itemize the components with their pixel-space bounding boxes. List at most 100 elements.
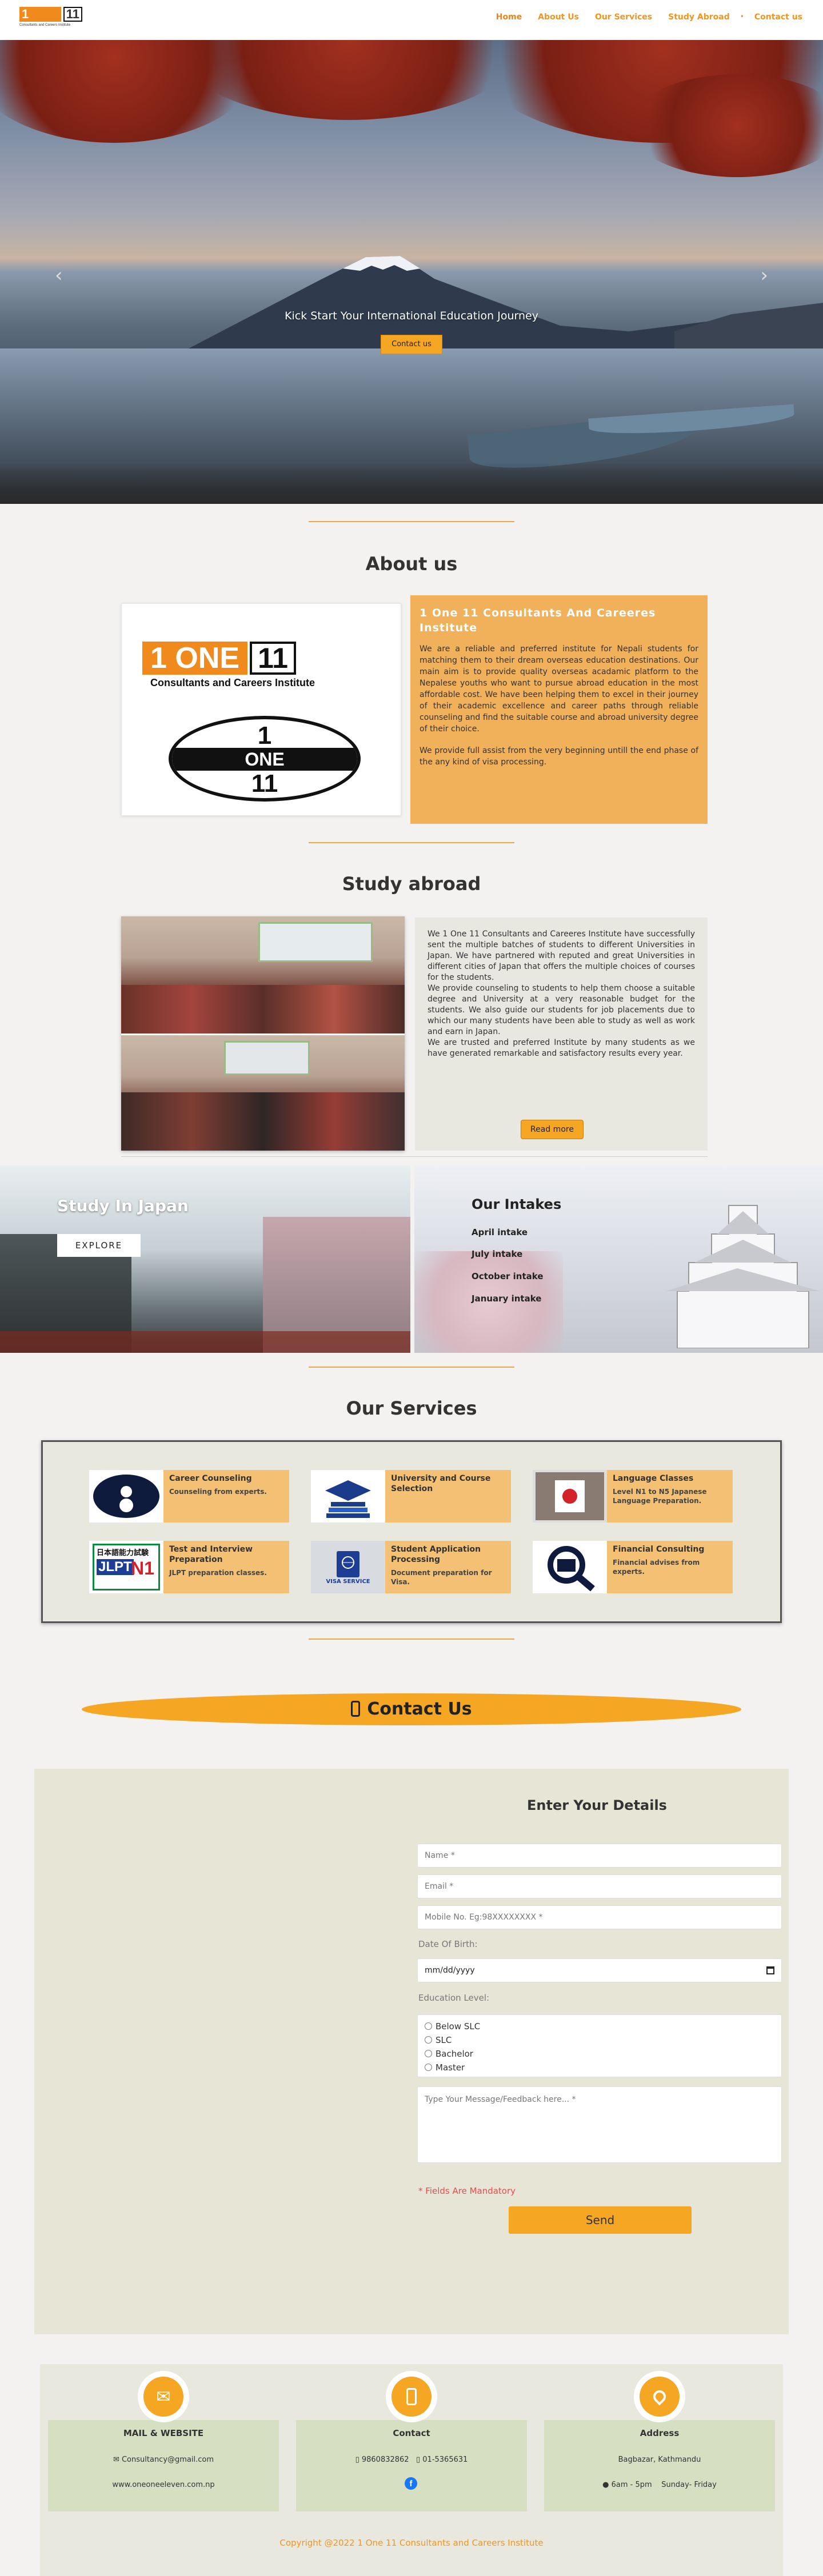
jlpt-top: 日本語能力試験 [97, 1549, 149, 1557]
services-heading: Our Services [346, 1397, 477, 1419]
mobile-icon [391, 2377, 432, 2417]
email-input[interactable]: Email * [417, 1874, 782, 1898]
radio-slc[interactable]: SLC [425, 2033, 774, 2047]
students-row [121, 985, 405, 1033]
service-application-processing[interactable]: VISA SERVICE Student Application Process… [311, 1541, 511, 1593]
envelope-small-icon: ✉ [113, 2455, 122, 2464]
study-paragraph-2: We provide counseling to students to hel… [428, 984, 695, 1036]
about-paragraph-2: We provide full assist from the very beg… [420, 746, 698, 767]
service-test-preparation[interactable]: 日本語能力試験 JLPT N1 Test and Interview Prepa… [89, 1541, 289, 1593]
window-2 [224, 1041, 310, 1075]
footer-mail-title: MAIL & WEBSITE [123, 2428, 204, 2438]
education-radio-group: Below SLC SLC Bachelor Master [417, 2014, 782, 2077]
jlpt-level: N1 [131, 1558, 154, 1579]
graduation-cap-icon [325, 1480, 371, 1518]
radio-below-slc[interactable]: Below SLC [425, 2020, 774, 2033]
nav-contact[interactable]: Contact us [746, 13, 810, 22]
service-desc: Counseling from experts. [169, 1488, 267, 1496]
section-divider [309, 1367, 514, 1368]
logo-eleven-text: 11 [63, 7, 82, 22]
logo-subtitle: Consultants and Careers Institute [19, 23, 71, 27]
about-logo-eleven: 11 [250, 642, 296, 675]
seal-top: 1 [257, 722, 272, 750]
phone-small-icon: ▯ [355, 2455, 362, 2464]
read-more-button[interactable]: Read more [521, 1120, 584, 1139]
magnifier-icon [548, 1546, 595, 1591]
service-icon-wrap [533, 1470, 607, 1523]
mobile-input[interactable]: Mobile No. Eg:98XXXXXXXX * [417, 1905, 782, 1929]
radio-master[interactable]: Master [425, 2061, 774, 2074]
main-menu: Home About Us Our Services Study Abroad … [488, 13, 810, 22]
service-desc: Level N1 to N5 Japanese Language Prepara… [613, 1488, 707, 1505]
service-career-counseling[interactable]: Career Counseling Counseling from experts… [89, 1470, 289, 1523]
calendar-icon[interactable] [766, 1966, 774, 1974]
study-paragraph-3: We are trusted and preferred Institute b… [428, 1038, 695, 1058]
study-text-card: We 1 One 11 Consultants and Careeres Ins… [415, 918, 708, 1151]
nav-study-abroad[interactable]: Study Abroad [660, 13, 738, 22]
mail-icon: ✉ [143, 2377, 183, 2417]
logo-one-text: 1 ONE [19, 7, 61, 36]
service-financial-consulting[interactable]: Financial Consulting Financial advises fr… [533, 1541, 733, 1593]
seal-bottom: 11 [251, 770, 278, 798]
service-icon-wrap [89, 1470, 163, 1523]
nav-about[interactable]: About Us [530, 13, 587, 22]
intake-october: October intake [472, 1271, 544, 1281]
about-text-card: 1 One 11 Consultants And Careeres Instit… [410, 595, 708, 824]
footer-mail[interactable]: ✉ Consultancy@gmail.com [48, 2455, 279, 2464]
section-divider [309, 1638, 514, 1640]
mail-text: Consultancy@gmail.com [121, 2455, 214, 2464]
classroom-photos [121, 916, 405, 1151]
visa-service-label: VISA SERVICE [326, 1578, 370, 1585]
name-input[interactable]: Name * [417, 1844, 782, 1868]
dob-label: Date Of Birth: [418, 1939, 478, 1949]
footer-address-title: Address [640, 2428, 680, 2438]
nav-home[interactable]: Home [488, 13, 530, 22]
hero-carousel: ‹ › [0, 40, 823, 504]
about-seal: 1 ONE 11 [169, 716, 361, 802]
study-in-japan-banner: Study In Japan EXPLORE [0, 1165, 410, 1353]
service-title: Financial Consulting [613, 1545, 705, 1554]
carousel-prev-icon[interactable]: ‹ [55, 264, 63, 287]
hero-caption: Kick Start Your International Education … [285, 310, 538, 322]
message-textarea[interactable]: Type Your Message/Feedback here... * [417, 2086, 782, 2163]
castle-illustration [666, 1205, 820, 1348]
carousel-next-icon[interactable]: › [760, 264, 768, 287]
footer-web[interactable]: www.oneoneeleven.com.np [48, 2481, 279, 2489]
footer-hours: ● 6am - 5pm Sunday- Friday [544, 2481, 775, 2489]
section-rule [121, 1156, 708, 1157]
hero-contact-button[interactable]: Contact us [381, 335, 442, 354]
counseling-icon [93, 1475, 159, 1518]
intake-july: July intake [472, 1249, 523, 1259]
location-pin-icon [640, 2377, 680, 2417]
send-button[interactable]: Send [509, 2206, 692, 2234]
window [258, 922, 373, 962]
service-language-classes[interactable]: Language Classes Level N1 to N5 Japanese … [533, 1470, 733, 1523]
service-title: Test and Interview Preparation [169, 1545, 253, 1564]
about-logo-sub: Consultants and Careers Institute [150, 677, 315, 688]
service-title: Career Counseling [169, 1474, 252, 1483]
dob-input[interactable]: mm/dd/yyyy [417, 1958, 782, 1982]
intakes-title: Our Intakes [472, 1196, 562, 1212]
service-icon-wrap [311, 1470, 385, 1523]
service-title: Language Classes [613, 1474, 694, 1483]
education-label: Education Level: [418, 1993, 490, 2003]
mail-icon-circle: ✉ [138, 2371, 189, 2422]
service-desc: JLPT preparation classes. [169, 1569, 267, 1577]
japan-title: Study In Japan [57, 1196, 189, 1215]
phone-1[interactable]: 9860832862 [362, 2455, 409, 2464]
phone-2[interactable]: 01-5365631 [422, 2455, 468, 2464]
explore-button[interactable]: EXPLORE [57, 1234, 141, 1257]
service-icon-wrap: VISA SERVICE [311, 1541, 385, 1593]
about-logo-one: 1 ONE [142, 642, 248, 675]
brand-logo[interactable]: 1 ONE 11 Consultants and Careers Institu… [19, 7, 82, 36]
facebook-icon[interactable]: f [405, 2477, 417, 2490]
service-university-selection[interactable]: University and Course Selection [311, 1470, 511, 1523]
japan-flag-icon [536, 1472, 604, 1520]
nav-services[interactable]: Our Services [587, 13, 660, 22]
about-paragraph-1: We are a reliable and preferred institut… [420, 644, 698, 734]
radio-bachelor[interactable]: Bachelor [425, 2047, 774, 2061]
phone-small-icon-2: ▯ [416, 2455, 423, 2464]
section-divider [309, 842, 514, 843]
jlpt-logo-icon: 日本語能力試験 JLPT N1 [93, 1544, 160, 1591]
study-heading: Study abroad [342, 873, 481, 895]
